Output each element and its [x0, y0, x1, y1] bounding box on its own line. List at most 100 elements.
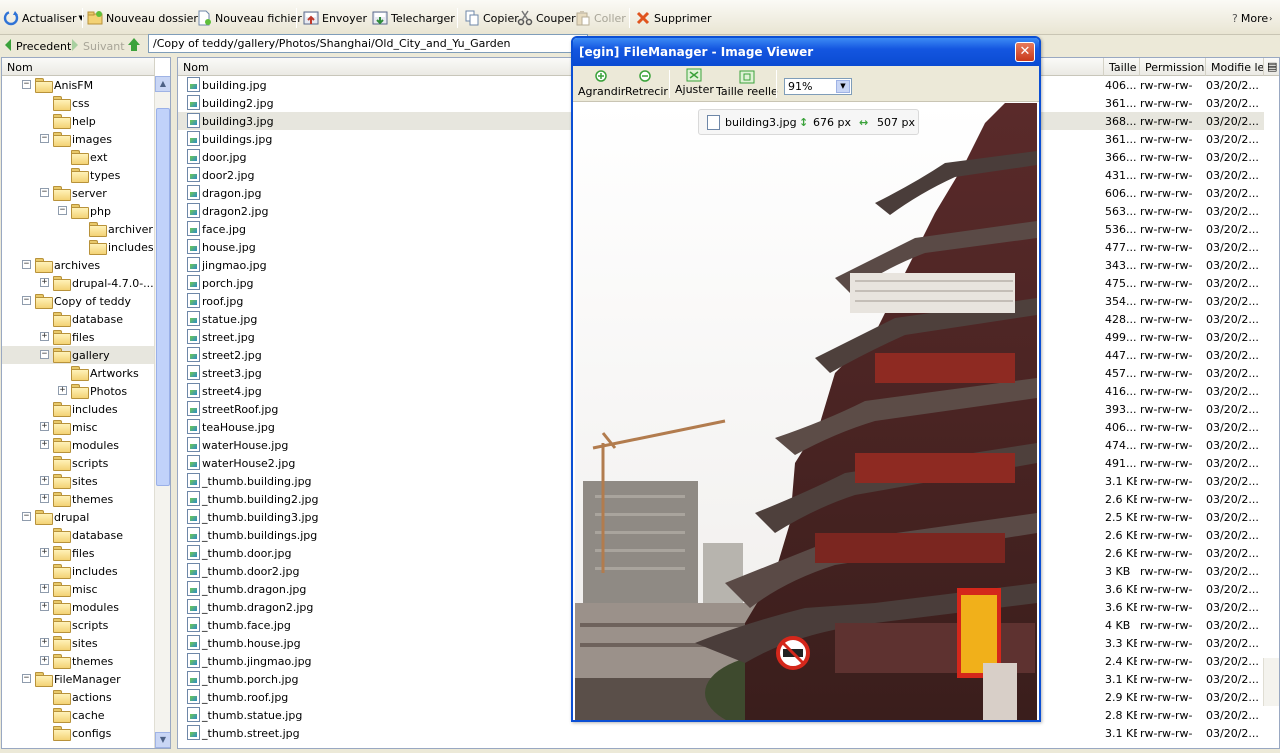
tree-expander-icon[interactable]: −: [40, 350, 49, 359]
tree-item[interactable]: scripts: [2, 454, 155, 472]
tree-expander-icon[interactable]: +: [40, 494, 49, 503]
tree-item[interactable]: database: [2, 310, 155, 328]
tree-expander-icon[interactable]: +: [40, 602, 49, 611]
zoom-out-button[interactable]: Retrecir: [625, 70, 668, 98]
tree-expander-icon[interactable]: −: [40, 188, 49, 197]
tree-item[interactable]: + modules: [2, 598, 155, 616]
image-canvas[interactable]: building3.jpg ↕ 676 px ↔ 507 px: [575, 103, 1037, 720]
tree-expander-icon[interactable]: +: [40, 638, 49, 647]
tree-item[interactable]: ext: [2, 148, 155, 166]
path-input[interactable]: /Copy of teddy/gallery/Photos/Shanghai/O…: [148, 34, 588, 53]
tree-item[interactable]: + files: [2, 328, 155, 346]
tree-expander-icon[interactable]: −: [40, 134, 49, 143]
tree-expander-icon[interactable]: −: [22, 260, 31, 269]
chevron-down-icon[interactable]: ▼: [836, 80, 850, 93]
tree-item[interactable]: + themes: [2, 652, 155, 670]
tree-scrollbar[interactable]: ▲ ▼: [154, 76, 170, 748]
column-header-permissions[interactable]: Permissions: [1140, 58, 1206, 76]
file-permissions: rw-rw-rw-: [1140, 259, 1193, 272]
zoom-in-button[interactable]: Agrandir: [578, 70, 625, 98]
tree-item[interactable]: + modules: [2, 436, 155, 454]
tree-expander-icon[interactable]: +: [40, 656, 49, 665]
tree-expander-icon[interactable]: +: [58, 386, 67, 395]
column-header-size[interactable]: Taille: [1104, 58, 1140, 76]
up-folder-button[interactable]: [126, 36, 145, 54]
copy-button[interactable]: Copier: [464, 9, 519, 27]
tree-expander-icon[interactable]: +: [40, 476, 49, 485]
tree-item[interactable]: − php: [2, 202, 155, 220]
tree-item[interactable]: Artworks: [2, 364, 155, 382]
tree-item[interactable]: − AnisFM: [2, 76, 155, 94]
tree-item[interactable]: + Photos: [2, 382, 155, 400]
file-modified: 03/20/2...: [1206, 79, 1259, 92]
tree-item[interactable]: configs: [2, 724, 155, 742]
tree-expander-icon[interactable]: +: [40, 278, 49, 287]
tree-expander-icon[interactable]: +: [40, 440, 49, 449]
file-scrollbar[interactable]: [1263, 658, 1279, 706]
upload-button[interactable]: Envoyer: [303, 9, 367, 27]
tree-item[interactable]: database: [2, 526, 155, 544]
tree-scroll-thumb[interactable]: [156, 108, 170, 486]
tree-item[interactable]: help: [2, 112, 155, 130]
tree-item[interactable]: cache: [2, 706, 155, 724]
tree-expander-icon[interactable]: −: [22, 296, 31, 305]
delete-button[interactable]: Supprimer: [635, 9, 712, 27]
paste-button[interactable]: Coller: [575, 9, 626, 27]
tree-item[interactable]: types: [2, 166, 155, 184]
file-size: 4 KB: [1105, 619, 1131, 632]
actual-size-button[interactable]: Taille reelle: [716, 70, 778, 98]
tree-header-name[interactable]: Nom: [2, 58, 155, 76]
tree-item[interactable]: − gallery: [2, 346, 155, 364]
tree-item[interactable]: + sites: [2, 634, 155, 652]
scroll-down-icon[interactable]: ▼: [155, 732, 170, 748]
tree-item-label: ext: [90, 151, 108, 164]
tree-item[interactable]: − drupal: [2, 508, 155, 526]
tree-item[interactable]: − FileManager: [2, 670, 155, 688]
tree-expander-icon[interactable]: −: [22, 674, 31, 683]
new-file-button[interactable]: Nouveau fichier: [196, 9, 302, 27]
tree-expander-icon[interactable]: −: [58, 206, 67, 215]
refresh-button[interactable]: Actualiser ▼: [3, 9, 84, 27]
tree-item[interactable]: scripts: [2, 616, 155, 634]
tree-item[interactable]: + misc: [2, 418, 155, 436]
tree-item[interactable]: css: [2, 94, 155, 112]
file-row[interactable]: _thumb.street.jpg 3.1 KBrw-rw-rw- 03/20/2.…: [178, 724, 1264, 742]
viewer-title-bar[interactable]: [egin] FileManager - Image Viewer ✕: [573, 38, 1039, 66]
tree-item[interactable]: − images: [2, 130, 155, 148]
tree-item[interactable]: + sites: [2, 472, 155, 490]
tree-item[interactable]: includes: [2, 400, 155, 418]
tree-item[interactable]: − Copy of teddy: [2, 292, 155, 310]
cut-button[interactable]: Couper: [517, 9, 576, 27]
tree-item[interactable]: − server: [2, 184, 155, 202]
file-permissions: rw-rw-rw-: [1140, 583, 1193, 596]
tree-item[interactable]: + themes: [2, 490, 155, 508]
tree-item[interactable]: archiver: [2, 220, 155, 238]
previous-button[interactable]: Precedent: [3, 37, 71, 55]
new-folder-button[interactable]: Nouveau dossier: [87, 9, 198, 27]
column-chooser-icon[interactable]: ▤: [1264, 58, 1279, 76]
column-header-modified[interactable]: Modifie le: [1206, 58, 1264, 76]
tree-item[interactable]: includes: [2, 562, 155, 580]
tree-item[interactable]: actions: [2, 688, 155, 706]
tree-expander-icon[interactable]: −: [22, 80, 31, 89]
tree-expander-icon[interactable]: +: [40, 548, 49, 557]
tree-item[interactable]: includes: [2, 238, 155, 256]
tree-expander-icon[interactable]: +: [40, 332, 49, 341]
more-button[interactable]: ? More ›: [1232, 9, 1272, 27]
next-button[interactable]: Suivant: [70, 37, 125, 55]
tree-expander-icon[interactable]: +: [40, 584, 49, 593]
tree-item[interactable]: + files: [2, 544, 155, 562]
close-icon[interactable]: ✕: [1015, 42, 1035, 62]
tree-item[interactable]: + misc: [2, 580, 155, 598]
fit-button[interactable]: Ajuster: [675, 68, 714, 96]
tree-expander-icon[interactable]: −: [22, 512, 31, 521]
image-file-icon: [187, 293, 200, 308]
scroll-up-icon[interactable]: ▲: [155, 76, 170, 92]
tree-item[interactable]: − archives: [2, 256, 155, 274]
tree-expander-icon[interactable]: +: [40, 422, 49, 431]
download-button[interactable]: Telecharger: [372, 9, 455, 27]
tree-item-label: database: [72, 313, 123, 326]
folder-icon: [71, 366, 89, 381]
tree-item[interactable]: + drupal-4.7.0-...: [2, 274, 155, 292]
zoom-select[interactable]: 91% ▼: [784, 78, 852, 95]
